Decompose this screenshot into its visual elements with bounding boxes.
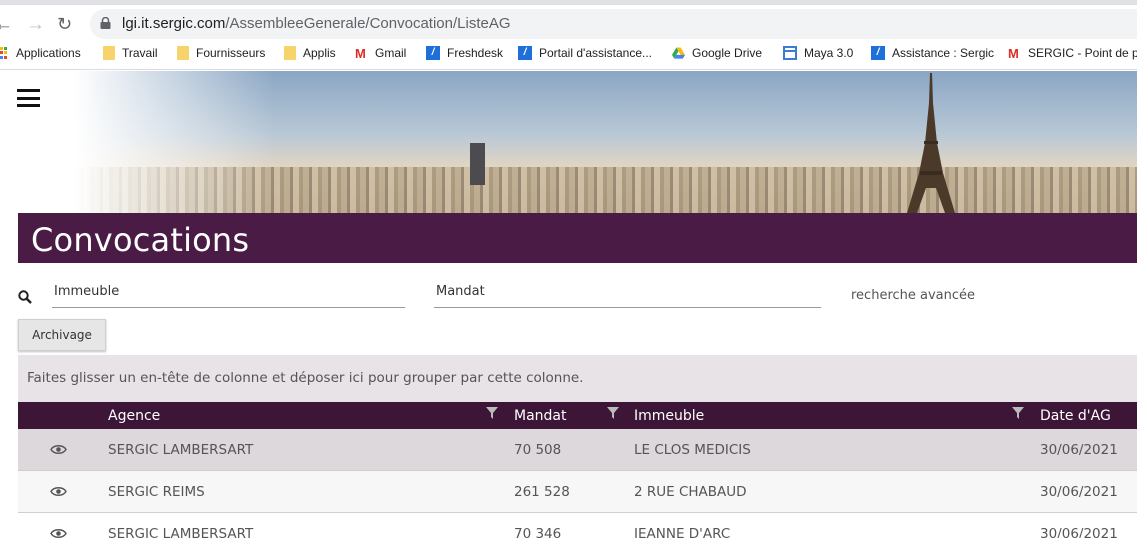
url-text: lgi.it.sergic.com/AssembleeGenerale/Conv… <box>122 15 511 32</box>
mandat-search-input[interactable]: Mandat <box>434 282 821 308</box>
freshdesk-icon: / <box>518 46 532 60</box>
bookmark-label: Assistance : Sergic <box>892 46 995 60</box>
immeuble-search-input[interactable]: Immeuble <box>52 282 405 308</box>
table-row[interactable]: SERGIC LAMBERSART 70 508 LE CLOS MEDICIS… <box>18 429 1137 471</box>
bookmark-label: Portail d'assistance... <box>539 46 653 60</box>
column-header-mandat[interactable]: Mandat <box>514 408 567 424</box>
bookmark-applis[interactable]: Applis <box>284 46 336 60</box>
banner-fade <box>75 71 275 213</box>
grid-header: Agence Mandat Immeuble Date d'AG <box>18 402 1137 429</box>
column-header-agence[interactable]: Agence <box>108 408 160 424</box>
bookmark-label: Applications <box>16 46 81 60</box>
cell-agence: SERGIC REIMS <box>108 484 205 500</box>
archive-button[interactable]: Archivage <box>18 319 106 351</box>
cell-immeuble: JEANNE D'ARC <box>634 526 731 538</box>
bookmark-label: Fournisseurs <box>196 46 266 60</box>
eye-icon[interactable] <box>50 444 67 455</box>
gmail-icon: M <box>355 45 366 61</box>
page-header: Convocations <box>18 213 1137 263</box>
google-drive-icon <box>672 46 685 59</box>
bookmark-gmail[interactable]: M Gmail <box>355 46 406 60</box>
cell-mandat: 261 528 <box>514 484 570 500</box>
bookmarks-bar: Applications Travail Fournisseurs Applis… <box>0 40 1137 70</box>
bookmark-travail[interactable]: Travail <box>103 46 158 60</box>
menu-icon[interactable] <box>17 89 40 107</box>
filter-icon[interactable] <box>486 407 498 419</box>
freshdesk-icon: / <box>871 46 885 60</box>
cell-agence: SERGIC LAMBERSART <box>108 526 254 538</box>
gmail-icon: M <box>1008 45 1019 61</box>
filter-icon[interactable] <box>1012 407 1024 419</box>
bookmark-freshdesk[interactable]: / Freshdesk <box>426 46 503 60</box>
back-arrow-icon[interactable]: ← <box>0 14 13 36</box>
reload-icon[interactable]: ↻ <box>57 14 72 35</box>
bookmark-label: Gmail <box>375 46 407 60</box>
bookmark-google-drive[interactable]: Google Drive <box>672 46 762 60</box>
eye-icon[interactable] <box>50 528 67 538</box>
browser-toolbar: ← → ↻ lgi.it.sergic.com/AssembleeGeneral… <box>0 0 1137 40</box>
url-host: lgi.it.sergic.com <box>122 15 226 32</box>
eiffel-tower-icon <box>907 73 955 213</box>
folder-icon <box>103 46 115 60</box>
cell-date-ag: 30/06/2021 <box>1040 526 1118 538</box>
table-row[interactable]: SERGIC LAMBERSART 70 346 JEANNE D'ARC 30… <box>18 513 1137 538</box>
cell-mandat: 70 346 <box>514 526 562 538</box>
apps-grid-icon <box>0 46 9 60</box>
bookmark-assistance[interactable]: / Assistance : Sergic <box>871 46 994 60</box>
cell-date-ag: 30/06/2021 <box>1040 484 1118 500</box>
table-row[interactable]: SERGIC REIMS 261 528 2 RUE CHABAUD 30/06… <box>18 471 1137 513</box>
bookmark-label: SERGIC - Point de p... <box>1028 46 1137 60</box>
filter-icon[interactable] <box>607 407 619 419</box>
montparnasse-tower <box>470 143 485 185</box>
bookmark-fournisseurs[interactable]: Fournisseurs <box>177 46 265 60</box>
bookmark-maya[interactable]: Maya 3.0 <box>783 46 853 60</box>
bookmark-label: Freshdesk <box>447 46 504 60</box>
column-header-immeuble[interactable]: Immeuble <box>634 408 704 424</box>
bookmark-portail[interactable]: / Portail d'assistance... <box>518 46 652 60</box>
cell-mandat: 70 508 <box>514 442 562 458</box>
forward-arrow-icon[interactable]: → <box>26 14 45 36</box>
advanced-search-link[interactable]: recherche avancée <box>851 288 975 303</box>
banner-image <box>75 71 1137 213</box>
bookmark-label: Maya 3.0 <box>804 46 854 60</box>
column-header-date-ag[interactable]: Date d'AG <box>1040 408 1111 424</box>
folder-icon <box>284 46 296 60</box>
bookmark-applications[interactable]: Applications <box>0 46 81 60</box>
bookmark-label: Applis <box>303 46 336 60</box>
search-icon <box>18 290 32 304</box>
cell-date-ag: 30/06/2021 <box>1040 442 1118 458</box>
folder-icon <box>177 46 189 60</box>
url-path: /AssembleeGenerale/Convocation/ListeAG <box>225 15 511 32</box>
lock-icon <box>100 17 111 29</box>
bookmark-sergic[interactable]: M SERGIC - Point de p... <box>1008 46 1137 60</box>
cell-immeuble: LE CLOS MEDICIS <box>634 442 751 458</box>
cell-agence: SERGIC LAMBERSART <box>108 442 254 458</box>
bookmark-label: Travail <box>122 46 158 60</box>
page-title: Convocations <box>31 221 250 259</box>
cell-immeuble: 2 RUE CHABAUD <box>634 484 747 500</box>
group-drop-panel[interactable]: Faites glisser un en-tête de colonne et … <box>18 355 1137 402</box>
maya-icon <box>783 46 797 60</box>
address-bar[interactable]: lgi.it.sergic.com/AssembleeGenerale/Conv… <box>90 9 1137 39</box>
bookmark-label: Google Drive <box>692 46 763 60</box>
freshdesk-icon: / <box>426 46 440 60</box>
eye-icon[interactable] <box>50 486 67 497</box>
